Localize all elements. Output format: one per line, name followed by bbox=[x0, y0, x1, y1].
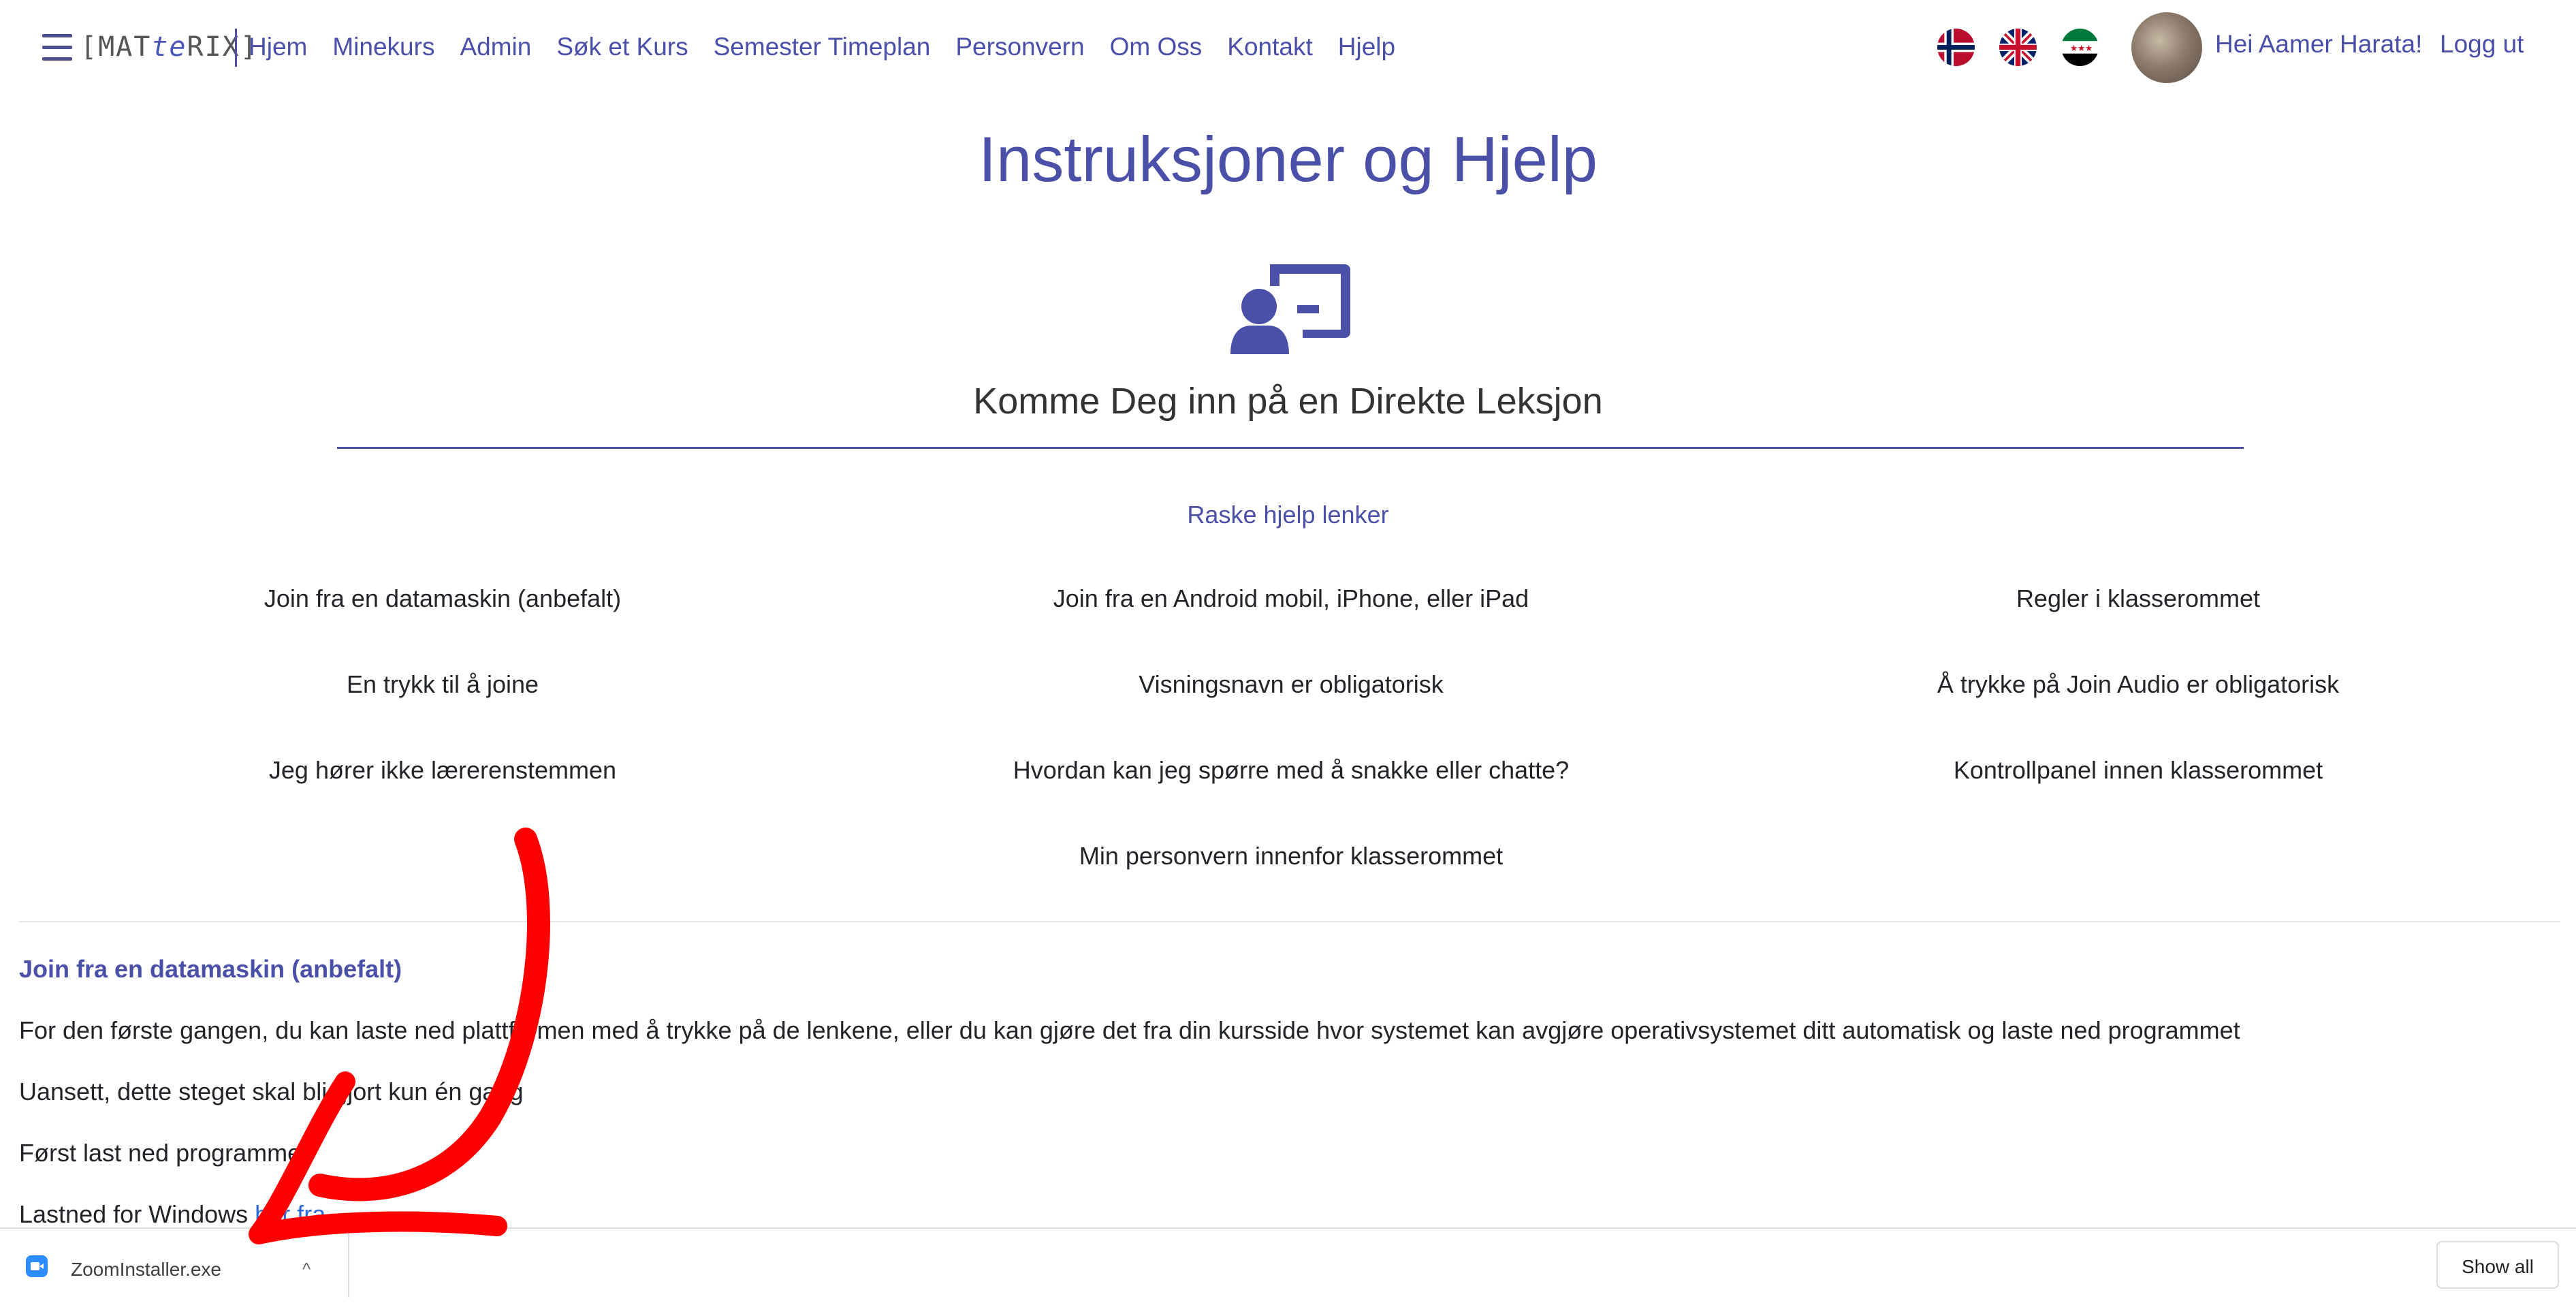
nav-links: Hjem Minekurs Admin Søk et Kurs Semester… bbox=[249, 33, 1395, 61]
section-title: Join fra en datamaskin (anbefalt) bbox=[19, 955, 402, 983]
nav-link-hjelp[interactable]: Hjelp bbox=[1338, 33, 1395, 61]
section-paragraph-4: Lastned for Windows her fra bbox=[19, 1200, 325, 1229]
quick-link-control-panel[interactable]: Kontrollpanel innen klasserommet bbox=[1798, 756, 2479, 785]
top-navbar: [MATteRIX] Hjem Minekurs Admin Søk et Ku… bbox=[0, 0, 2576, 95]
quick-link-cant-hear-teacher[interactable]: Jeg hører ikke lærerenstemmen bbox=[102, 756, 783, 785]
svg-text:★: ★ bbox=[2085, 44, 2093, 54]
section-paragraph-2: Uansett, dette steget skal bli gjort kun… bbox=[19, 1078, 524, 1105]
quick-link-one-click-join[interactable]: En trykk til å joine bbox=[102, 670, 783, 699]
nav-link-admin[interactable]: Admin bbox=[460, 33, 531, 61]
avatar[interactable] bbox=[2131, 12, 2202, 83]
chevron-up-icon[interactable]: ^ bbox=[302, 1259, 311, 1280]
windows-download-label: Lastned for Windows bbox=[19, 1200, 255, 1228]
presentation-icon bbox=[1229, 259, 1353, 361]
nav-link-minekurs[interactable]: Minekurs bbox=[332, 33, 434, 61]
logo-left: [MAT bbox=[80, 31, 152, 63]
nav-link-hjem[interactable]: Hjem bbox=[249, 33, 307, 61]
logo[interactable]: [MATteRIX] bbox=[80, 31, 258, 63]
nav-link-personvern[interactable]: Personvern bbox=[955, 33, 1084, 61]
syria-flag-icon[interactable]: ★ ★ ★ bbox=[2061, 29, 2099, 66]
quick-link-privacy[interactable]: Min personvern innenfor klasserommet bbox=[951, 842, 1632, 870]
nav-link-sok-et-kurs[interactable]: Søk et Kurs bbox=[556, 33, 688, 61]
zoom-app-icon bbox=[26, 1255, 48, 1277]
nav-link-semester-timeplan[interactable]: Semester Timeplan bbox=[714, 33, 931, 61]
download-bar bbox=[0, 1227, 2576, 1303]
section-paragraph-1: For den første gangen, du kan laste ned … bbox=[19, 1016, 2240, 1044]
quick-link-display-name[interactable]: Visningsnavn er obligatorisk bbox=[951, 670, 1632, 699]
windows-download-link[interactable]: her fra bbox=[255, 1200, 325, 1228]
language-switcher: ★ ★ ★ bbox=[1937, 29, 2099, 66]
quick-link-join-audio[interactable]: Å trykke på Join Audio er obligatorisk bbox=[1798, 670, 2479, 699]
quick-link-ask-questions[interactable]: Hvordan kan jeg spørre med å snakke elle… bbox=[951, 756, 1632, 785]
svg-text:★: ★ bbox=[2070, 44, 2078, 54]
download-file-name[interactable]: ZoomInstaller.exe bbox=[71, 1259, 221, 1281]
nav-link-om-oss[interactable]: Om Oss bbox=[1110, 33, 1203, 61]
uk-flag-icon[interactable] bbox=[1999, 29, 2037, 66]
user-greeting[interactable]: Hei Aamer Harata! bbox=[2215, 30, 2422, 59]
norway-flag-icon[interactable] bbox=[1937, 29, 1975, 66]
download-bar-separator bbox=[348, 1233, 349, 1298]
nav-divider bbox=[235, 29, 237, 67]
section-divider bbox=[19, 921, 2560, 922]
section-paragraph-3: Først last ned programmet bbox=[19, 1139, 308, 1167]
quick-link-classroom-rules[interactable]: Regler i klasserommet bbox=[1798, 584, 2479, 613]
nav-link-kontakt[interactable]: Kontakt bbox=[1227, 33, 1312, 61]
show-all-button[interactable]: Show all bbox=[2436, 1241, 2559, 1289]
page-title: Instruksjoner og Hjelp bbox=[978, 123, 1598, 195]
logo-right: RIX] bbox=[187, 31, 258, 63]
svg-text:★: ★ bbox=[2078, 44, 2086, 54]
menu-icon[interactable] bbox=[42, 34, 72, 61]
quick-link-join-mobile[interactable]: Join fra en Android mobil, iPhone, eller… bbox=[951, 584, 1632, 613]
hero-subtitle: Komme Deg inn på en Direkte Leksjon bbox=[973, 381, 1603, 422]
quick-link-join-computer[interactable]: Join fra en datamaskin (anbefalt) bbox=[102, 584, 783, 613]
quick-links-title: Raske hjelp lenker bbox=[1187, 501, 1389, 529]
logout-link[interactable]: Logg ut bbox=[2440, 30, 2524, 59]
hero-divider bbox=[337, 447, 2244, 449]
logo-mid: te bbox=[151, 31, 187, 63]
